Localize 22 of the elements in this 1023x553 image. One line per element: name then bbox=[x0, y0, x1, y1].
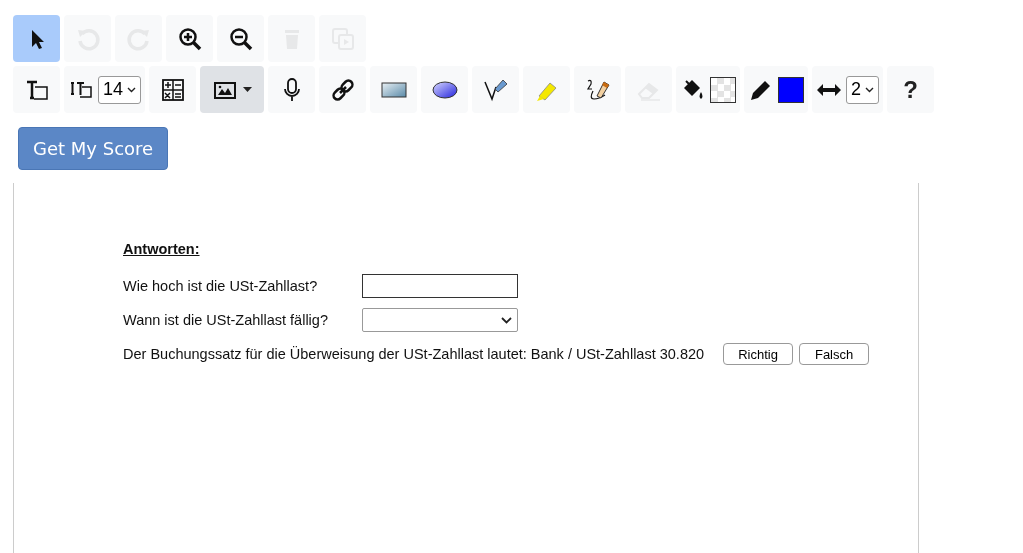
zoom-in-icon bbox=[176, 25, 203, 52]
score-button[interactable]: Get My Score bbox=[18, 127, 169, 170]
question-text: Wie hoch ist die USt-Zahllast? bbox=[123, 278, 319, 294]
answer-button[interactable]: Richtig bbox=[723, 343, 794, 365]
answer-button[interactable]: Falsch bbox=[799, 343, 870, 365]
caret-icon bbox=[243, 87, 253, 92]
size-dropdown[interactable]: 14 bbox=[98, 75, 142, 104]
chevron-icon bbox=[127, 86, 137, 93]
transparent-swatch[interactable] bbox=[710, 76, 737, 103]
zoom-out-icon bbox=[227, 25, 254, 52]
chevron-icon bbox=[501, 316, 512, 324]
question-text: Wann ist die USt-Zahllast fällig? bbox=[123, 312, 329, 328]
color-swatch[interactable] bbox=[778, 76, 805, 103]
answer-dropdown[interactable] bbox=[362, 308, 518, 332]
question-text: Der Buchungssatz für die Überweisung der USt-Zahllast lautet: Bank / USt-Zahllast 30.820 bbox=[123, 346, 705, 362]
help-button[interactable]: ? bbox=[887, 66, 935, 113]
calculator-icon bbox=[159, 76, 186, 103]
section-heading: Antworten: bbox=[123, 241, 200, 257]
answer-field[interactable] bbox=[362, 274, 518, 298]
link-icon bbox=[329, 76, 356, 103]
size-dropdown[interactable]: 2 bbox=[846, 75, 880, 104]
chevron-icon bbox=[865, 86, 875, 93]
